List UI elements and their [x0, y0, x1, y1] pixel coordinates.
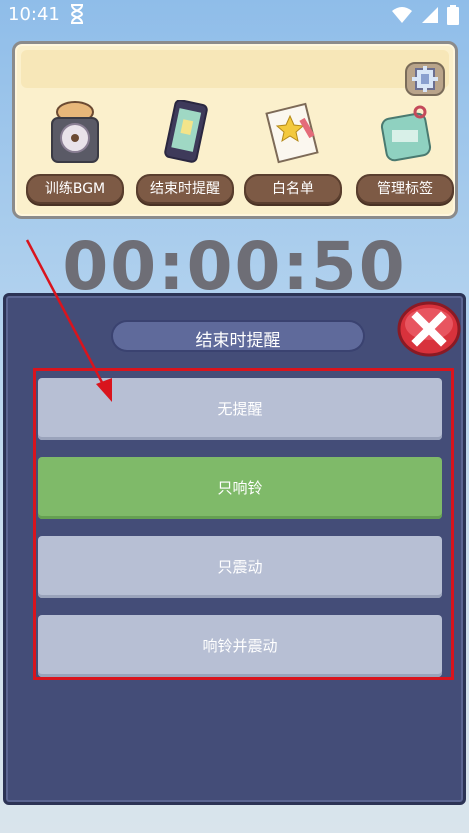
feature-manage-tags[interactable]: 管理标签 — [355, 100, 455, 218]
feature-label: 训练BGM — [26, 174, 124, 204]
dialog-title: 结束时提醒 — [195, 331, 281, 351]
feature-panel: 训练BGM 结束时提醒 白名单 管理标签 — [12, 41, 458, 219]
feature-end-reminder[interactable]: 结束时提醒 — [135, 100, 235, 218]
feature-training-bgm[interactable]: 训练BGM — [25, 100, 125, 218]
option-ring-only[interactable]: 只响铃 — [38, 457, 442, 519]
feature-label: 结束时提醒 — [136, 174, 234, 204]
settings-button[interactable] — [405, 62, 445, 96]
phone-icon — [164, 100, 208, 163]
gear-icon — [412, 66, 438, 92]
hourglass-icon — [70, 4, 84, 24]
close-icon — [397, 301, 461, 357]
option-vibrate-only[interactable]: 只震动 — [38, 536, 442, 598]
music-box-icon — [51, 101, 99, 163]
wifi-icon — [392, 7, 412, 23]
reminder-dialog: 结束时提醒 无提醒 只响铃 只震动 响铃并震动 — [3, 293, 466, 805]
status-bar: 10:41 — [0, 0, 469, 30]
document-star-icon — [265, 102, 319, 164]
tag-icon — [380, 105, 432, 162]
battery-icon — [447, 5, 459, 25]
feature-label: 管理标签 — [356, 174, 454, 204]
close-button[interactable] — [397, 300, 461, 358]
feature-label: 白名单 — [244, 174, 342, 204]
feature-whitelist[interactable]: 白名单 — [243, 100, 343, 218]
option-ring-and-vibrate[interactable]: 响铃并震动 — [38, 615, 442, 677]
status-time: 10:41 — [8, 4, 60, 25]
dialog-title-bar: 结束时提醒 — [113, 322, 363, 351]
signal-icon — [422, 7, 438, 23]
option-no-reminder[interactable]: 无提醒 — [38, 378, 442, 440]
